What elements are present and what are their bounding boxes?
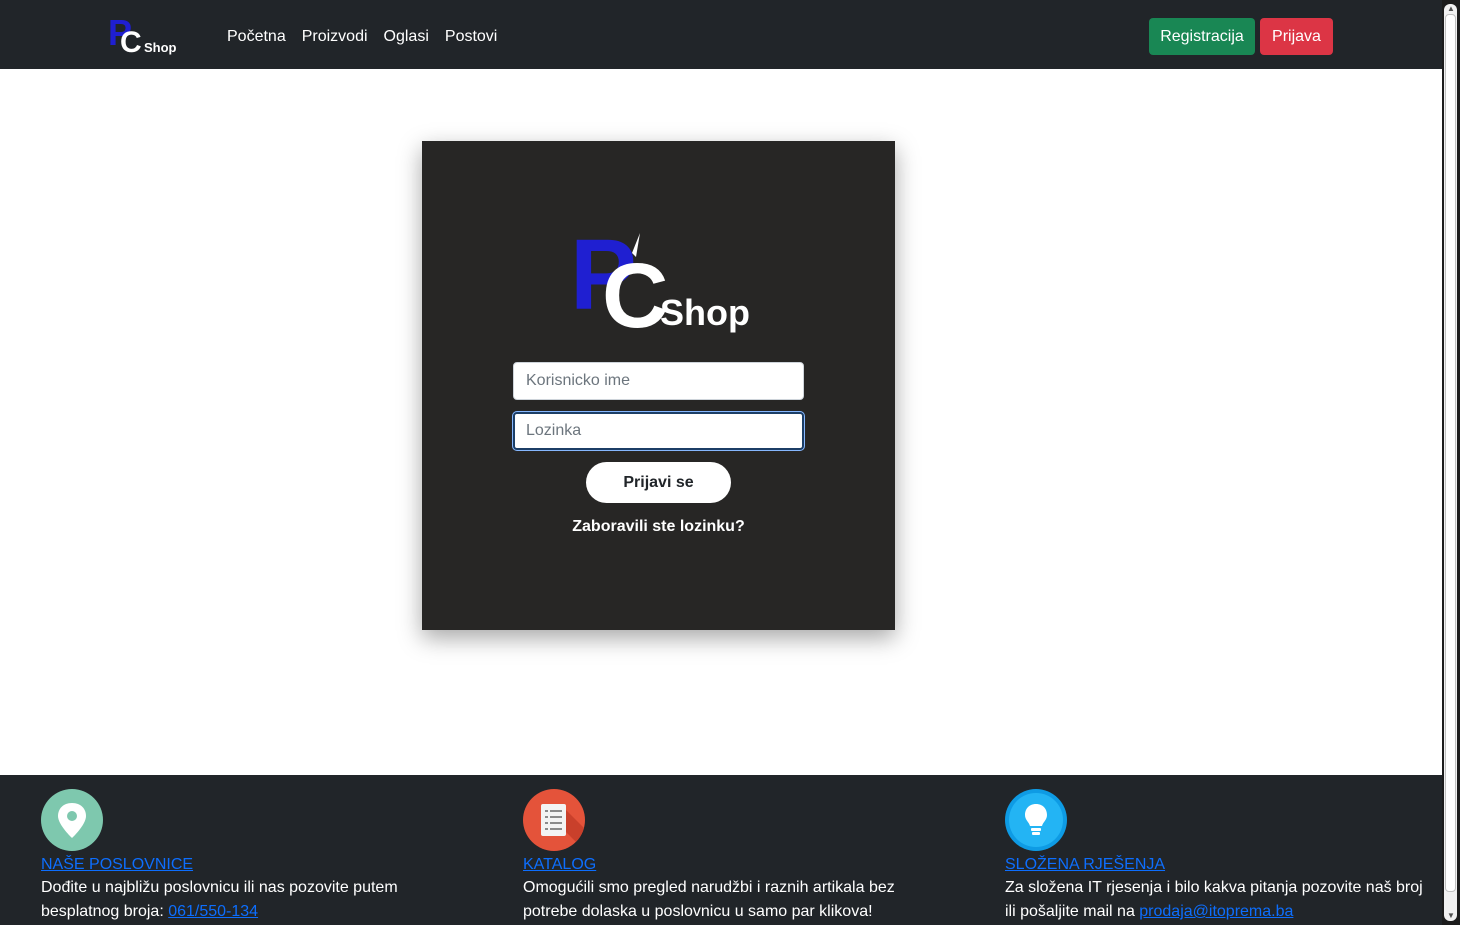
password-input[interactable] [513, 412, 804, 450]
register-button[interactable]: Registracija [1149, 18, 1255, 55]
document-list-icon [523, 789, 585, 851]
login-card: P C Shop Prijavi se Zaboravili ste lozin… [422, 141, 895, 630]
lightbulb-icon [1005, 789, 1067, 851]
brand-logo[interactable]: P C Shop [108, 12, 180, 59]
svg-text:Shop: Shop [144, 40, 177, 55]
username-input[interactable] [513, 362, 804, 400]
submit-login-button[interactable]: Prijavi se [586, 462, 731, 503]
nav-link-oglasi[interactable]: Oglasi [384, 27, 429, 47]
scroll-down-arrow-icon[interactable]: ▼ [1446, 912, 1456, 920]
forgot-password-link[interactable]: Zaboravili ste lozinku? [422, 518, 895, 536]
page-scrollbar[interactable]: ▲ ▼ [1442, 0, 1460, 925]
nav-link-postovi[interactable]: Postovi [445, 27, 497, 47]
svg-text:C: C [602, 245, 668, 333]
scrollbar-thumb[interactable] [1445, 14, 1456, 892]
phone-link[interactable]: 061/550-134 [168, 903, 258, 920]
footer-text-locations: Dođite u najbližu poslovnicu ili nas poz… [41, 879, 398, 920]
footer-column-catalog: KATALOG Omogućili smo pregled narudžbi i… [523, 789, 953, 924]
footer: NAŠE POSLOVNICE Dođite u najbližu poslov… [0, 775, 1442, 925]
svg-text:Shop: Shop [660, 292, 750, 333]
email-link[interactable]: prodaja@itoprema.ba [1139, 903, 1293, 920]
footer-column-solutions: SLOŽENA RJEŠENJA Za složena IT rjesenja … [1005, 789, 1435, 924]
footer-text-catalog: Omogućili smo pregled narudžbi i raznih … [523, 879, 895, 920]
footer-title-catalog[interactable]: KATALOG [523, 855, 953, 875]
nav-link-pocetna[interactable]: Početna [227, 27, 286, 47]
svg-text:C: C [120, 26, 142, 57]
footer-title-solutions[interactable]: SLOŽENA RJEŠENJA [1005, 855, 1435, 875]
footer-column-locations: NAŠE POSLOVNICE Dođite u najbližu poslov… [41, 789, 471, 924]
scroll-up-arrow-icon[interactable]: ▲ [1446, 5, 1456, 13]
footer-title-locations[interactable]: NAŠE POSLOVNICE [41, 855, 471, 875]
nav-link-proizvodi[interactable]: Proizvodi [302, 27, 368, 47]
navbar: P C Shop Početna Proizvodi Oglasi Postov… [0, 0, 1442, 69]
nav-links: Početna Proizvodi Oglasi Postovi [227, 27, 497, 47]
login-nav-button[interactable]: Prijava [1260, 18, 1333, 55]
card-logo: P C Shop [570, 219, 750, 347]
footer-text-solutions: Za složena IT rjesenja i bilo kakva pita… [1005, 879, 1423, 920]
location-pin-icon [41, 789, 103, 851]
